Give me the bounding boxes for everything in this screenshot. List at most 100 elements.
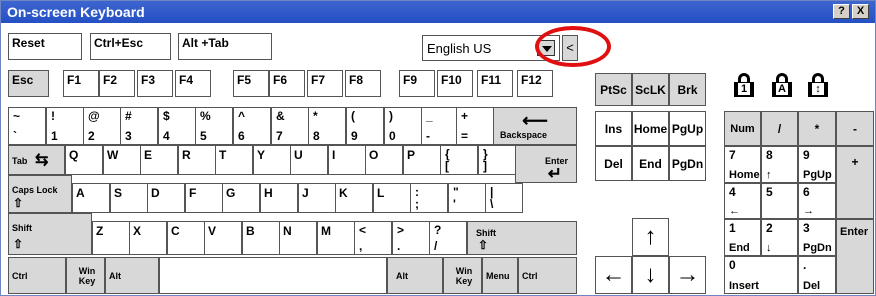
esc-key[interactable]: Esc (8, 70, 49, 97)
key-f[interactable]: F (185, 183, 223, 213)
key-x[interactable]: X (129, 221, 167, 255)
left-shift-key[interactable]: Shift ⇧ (8, 213, 92, 255)
left-ctrl-key[interactable]: Ctrl (8, 257, 66, 294)
key-j[interactable]: J (298, 183, 336, 213)
arrow-left-key[interactable]: ← (595, 256, 632, 294)
f5-key[interactable]: F5 (233, 70, 269, 97)
key-11-numrow[interactable]: _ - (421, 107, 459, 145)
numpad-minus-key[interactable]: - (836, 111, 874, 146)
key-z[interactable]: Z (92, 221, 130, 255)
key-1-numrow[interactable]: ! 1 (46, 107, 84, 145)
key-7-numrow[interactable]: & 7 (271, 107, 309, 145)
f9-key[interactable]: F9 (399, 70, 435, 97)
f1-key[interactable]: F1 (63, 70, 99, 97)
key-c[interactable]: C (167, 221, 205, 255)
numpad-plus-key[interactable]: + (836, 146, 874, 219)
key-9-numrow[interactable]: (9 (346, 107, 384, 145)
key-w[interactable]: W (103, 145, 141, 175)
page-up-key[interactable]: PgUp (669, 111, 706, 146)
f4-key[interactable]: F4 (175, 70, 211, 97)
f6-key[interactable]: F6 (269, 70, 305, 97)
key-punct-9[interactable]: :; (410, 183, 448, 213)
key-n[interactable]: N (279, 221, 317, 255)
right-ctrl-key[interactable]: Ctrl (518, 257, 577, 294)
ctrl-esc-button[interactable]: Ctrl+Esc (90, 33, 171, 60)
left-alt-key[interactable]: Alt (105, 257, 159, 294)
key-2-numrow[interactable]: @2 (83, 107, 121, 145)
delete-key[interactable]: Del (595, 146, 632, 181)
scroll-lock-key[interactable]: ScLK (632, 73, 669, 106)
break-key[interactable]: Brk (669, 73, 706, 106)
arrow-down-key[interactable]: ↓ (632, 256, 669, 294)
key-punct-10[interactable]: " ' (448, 183, 486, 213)
f8-key[interactable]: F8 (345, 70, 381, 97)
insert-key[interactable]: Ins (595, 111, 632, 146)
key-b[interactable]: B (242, 221, 280, 255)
key-k[interactable]: K (335, 183, 373, 213)
numpad-dot-key[interactable]: . Del (798, 256, 836, 294)
key-v[interactable]: V (204, 221, 242, 255)
space-bar[interactable] (159, 257, 387, 294)
enter-key[interactable]: Enter ↵ (515, 145, 577, 183)
right-win-key[interactable]: Win Key (443, 257, 482, 294)
arrow-up-key[interactable]: ↑ (632, 218, 669, 256)
key-t[interactable]: T (215, 145, 253, 175)
key-p[interactable]: P (403, 145, 441, 175)
end-key[interactable]: End (632, 146, 669, 181)
caps-lock-key[interactable]: Caps Lock ⇧ (8, 175, 72, 213)
key-punct-11[interactable]: | \ (485, 183, 523, 213)
f2-key[interactable]: F2 (99, 70, 135, 97)
numpad-8-key[interactable]: 8 ↑ (761, 146, 798, 183)
alt-tab-button[interactable]: Alt +Tab (178, 33, 272, 60)
numpad-3-key[interactable]: 3 PgDn (798, 219, 836, 256)
key-8-numrow[interactable]: * 8 (308, 107, 346, 145)
f3-key[interactable]: F3 (137, 70, 173, 97)
key-0-numrow[interactable]: ~ ` (8, 107, 46, 145)
f11-key[interactable]: F11 (477, 70, 513, 97)
key-bracket-11[interactable]: }] (478, 145, 516, 175)
key-s[interactable]: S (110, 183, 148, 213)
key-punct-b7[interactable]: <, (354, 221, 392, 255)
numpad-0-key[interactable]: 0 Insert (724, 256, 798, 294)
key-bracket-10[interactable]: {[ (440, 145, 478, 175)
numpad-7-key[interactable]: 7 Home (724, 146, 761, 183)
num-lock-key[interactable]: Num (724, 111, 761, 146)
key-10-numrow[interactable]: ) 0 (384, 107, 422, 145)
left-win-key[interactable]: Win Key (66, 257, 105, 294)
key-o[interactable]: O (365, 145, 403, 175)
help-button[interactable]: ? (833, 4, 850, 19)
menu-key[interactable]: Menu (482, 257, 518, 294)
key-punct-b8[interactable]: >. (392, 221, 430, 255)
page-down-key[interactable]: PgDn (669, 146, 706, 181)
close-button[interactable]: X (852, 4, 869, 19)
key-u[interactable]: U (290, 145, 328, 175)
key-r[interactable]: R (178, 145, 216, 175)
key-4-numrow[interactable]: $4 (158, 107, 196, 145)
print-screen-key[interactable]: PtSc (595, 73, 632, 106)
key-6-numrow[interactable]: ^ 6 (233, 107, 271, 145)
numpad-9-key[interactable]: 9 PgUp (798, 146, 836, 183)
numpad-4-key[interactable]: 4 ← (724, 183, 761, 219)
f10-key[interactable]: F10 (437, 70, 473, 97)
arrow-right-key[interactable]: → (669, 256, 706, 294)
key-h[interactable]: H (260, 183, 298, 213)
numpad-enter-key[interactable]: Enter (836, 219, 874, 294)
key-y[interactable]: Y (253, 145, 291, 175)
key-a[interactable]: A (72, 183, 110, 213)
key-e[interactable]: E (140, 145, 178, 175)
right-shift-key[interactable]: Shift ⇧ (467, 221, 577, 255)
key-12-numrow[interactable]: + = (456, 107, 494, 145)
key-m[interactable]: M (317, 221, 355, 255)
key-punct-b9[interactable]: ? / (429, 221, 467, 255)
key-d[interactable]: D (147, 183, 185, 213)
numpad-5-key[interactable]: 5 (761, 183, 798, 219)
backspace-key[interactable]: ⟵ Backspace (493, 107, 577, 145)
key-g[interactable]: G (222, 183, 260, 213)
home-key[interactable]: Home (632, 111, 669, 146)
numpad-divide-key[interactable]: / (761, 111, 798, 146)
key-q[interactable]: Q (65, 145, 103, 175)
f12-key[interactable]: F12 (517, 70, 553, 97)
right-alt-key[interactable]: Alt (387, 257, 443, 294)
numpad-2-key[interactable]: 2 ↓ (761, 219, 798, 256)
numpad-6-key[interactable]: 6 → (798, 183, 836, 219)
